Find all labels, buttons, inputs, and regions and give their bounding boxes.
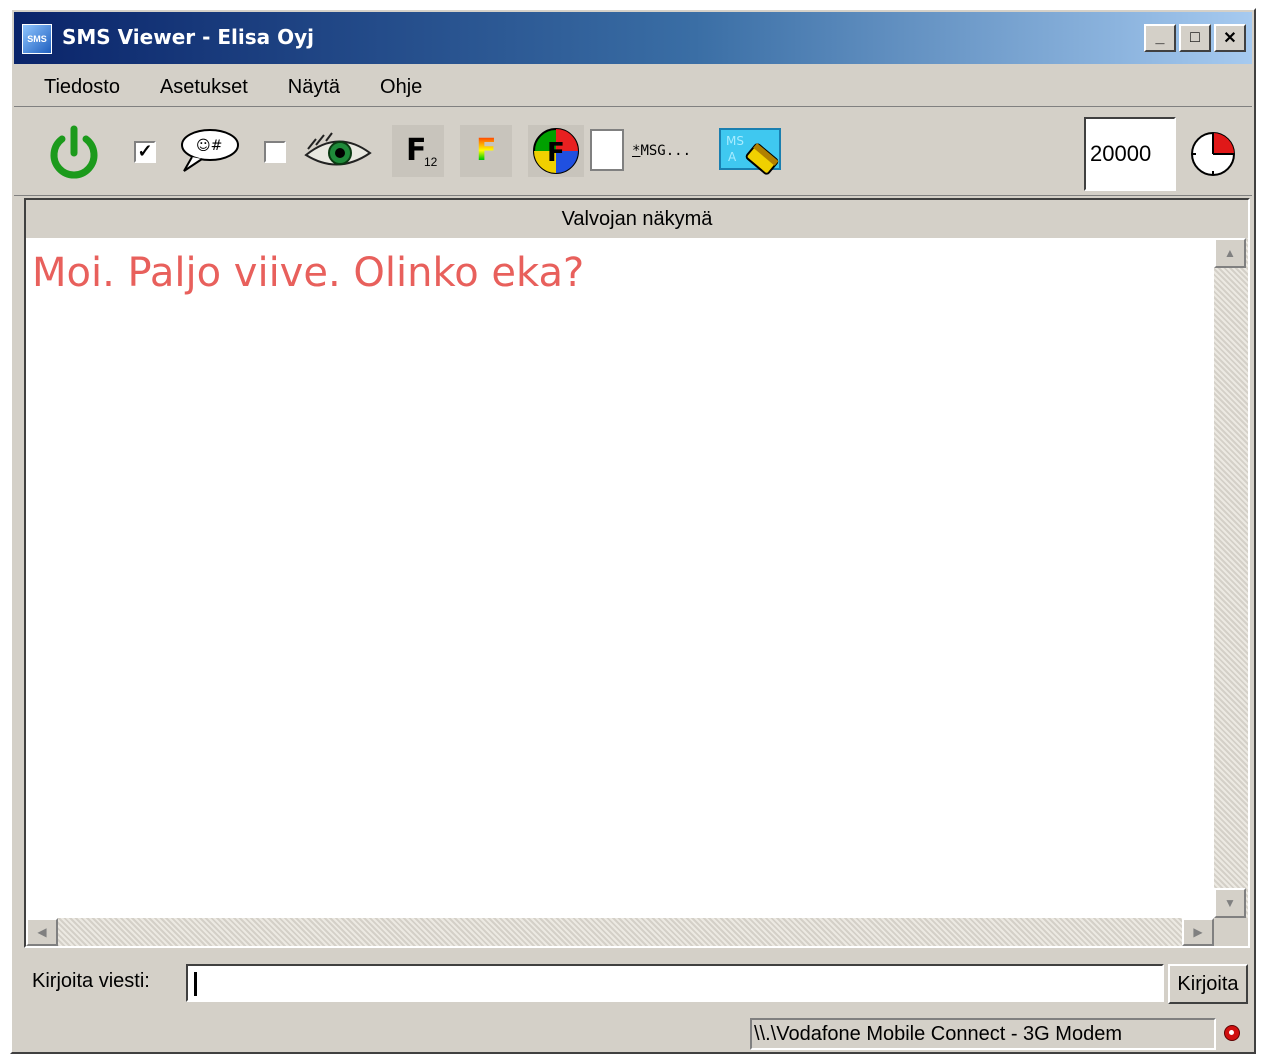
panel-header: Valvojan näkymä xyxy=(561,208,713,230)
message-template-button[interactable]: *MSG... xyxy=(632,143,691,159)
minimize-button[interactable]: _ xyxy=(1144,24,1176,52)
menu-asetukset[interactable]: Asetukset xyxy=(152,74,256,101)
scroll-right-button[interactable]: ▶ xyxy=(1182,918,1214,946)
connection-status: \\.\Vodafone Mobile Connect - 3G Modem xyxy=(750,1018,1216,1050)
window-title: SMS Viewer - Elisa Oyj xyxy=(62,25,314,49)
view-button[interactable] xyxy=(302,127,374,177)
msg-label: MSG... xyxy=(640,143,692,159)
timer-button[interactable] xyxy=(1188,129,1238,179)
background-color-button[interactable]: F xyxy=(528,125,584,177)
refresh-interval-input[interactable]: 20000 xyxy=(1084,117,1176,191)
horizontal-scrollbar[interactable]: ◀ ▶ xyxy=(26,918,1214,946)
power-icon xyxy=(50,125,98,179)
status-bar: \\.\Vodafone Mobile Connect - 3G Modem xyxy=(24,1014,1250,1052)
message-input[interactable] xyxy=(186,964,1164,1002)
font-size-sub: 12 xyxy=(424,155,438,169)
svg-text:A: A xyxy=(728,150,737,164)
send-button[interactable]: Kirjoita xyxy=(1168,964,1248,1004)
text-caret xyxy=(194,971,197,996)
font-color-button[interactable]: F xyxy=(460,125,512,177)
menu-ohje[interactable]: Ohje xyxy=(372,74,430,101)
svg-text:☺#: ☺# xyxy=(196,138,222,154)
color-swatch[interactable] xyxy=(590,129,624,171)
compose-row: Kirjoita viesti: Kirjoita xyxy=(24,962,1250,1006)
maximize-button[interactable]: □ xyxy=(1179,24,1211,52)
power-button[interactable] xyxy=(42,123,106,183)
status-indicator-icon xyxy=(1224,1025,1240,1041)
svg-text:MS: MS xyxy=(726,134,744,148)
vertical-scrollbar[interactable]: ▲ ▼ xyxy=(1214,238,1248,918)
eye-icon xyxy=(304,132,372,166)
menu-nayta[interactable]: Näytä xyxy=(280,74,348,101)
menu-bar: Tiedosto Asetukset Näytä Ohje xyxy=(14,68,1252,106)
supervisor-view-panel: Valvojan näkymä Moi. Paljo viive. Olinko… xyxy=(24,198,1250,948)
scroll-left-button[interactable]: ◀ xyxy=(26,918,58,946)
option-checkbox-2[interactable] xyxy=(264,141,286,163)
window-controls: _ □ ✕ xyxy=(1144,24,1246,52)
speech-bubble-icon: ☺# xyxy=(181,129,239,172)
scroll-down-button[interactable]: ▼ xyxy=(1214,888,1246,918)
option-checkbox-1[interactable]: ✓ xyxy=(134,141,156,163)
message-display[interactable]: Moi. Paljo viive. Olinko eka? xyxy=(26,238,1214,918)
svg-text:F: F xyxy=(547,138,565,168)
menu-tiedosto[interactable]: Tiedosto xyxy=(36,74,128,101)
compose-label: Kirjoita viesti: xyxy=(32,970,150,992)
sms-bubble-button[interactable]: ☺# xyxy=(174,125,244,177)
font-color-icon: F xyxy=(476,133,497,168)
title-bar[interactable]: SMS SMS Viewer - Elisa Oyj _ □ ✕ xyxy=(14,12,1252,64)
close-button[interactable]: ✕ xyxy=(1214,24,1246,52)
toolbar: ✓ ☺# F 12 F F *MSG... MS A 20000 xyxy=(14,106,1252,196)
color-wheel-icon: F xyxy=(533,128,579,174)
eraser-icon: MS A xyxy=(719,128,781,175)
scroll-up-button[interactable]: ▲ xyxy=(1214,238,1246,268)
app-window: SMS SMS Viewer - Elisa Oyj _ □ ✕ Tiedost… xyxy=(10,8,1256,1054)
message-text: Moi. Paljo viive. Olinko eka? xyxy=(32,250,585,296)
clock-icon xyxy=(1191,132,1235,176)
app-icon[interactable]: SMS xyxy=(22,24,52,54)
font-size-button[interactable]: F 12 xyxy=(392,125,444,177)
clear-screen-button[interactable]: MS A xyxy=(718,125,790,181)
